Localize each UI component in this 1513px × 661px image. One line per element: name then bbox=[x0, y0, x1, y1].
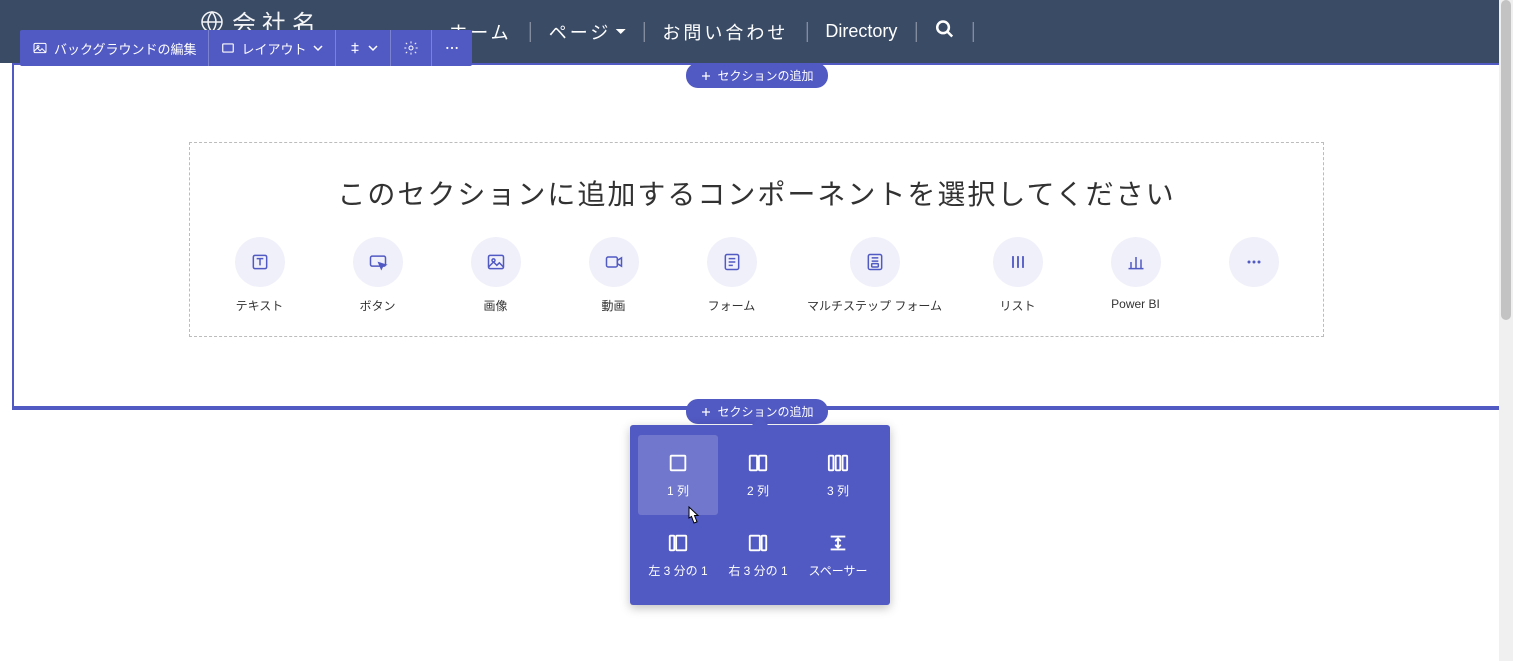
edit-background-button[interactable]: バックグラウンドの編集 bbox=[20, 30, 209, 66]
chevron-down-icon bbox=[368, 43, 378, 53]
component-form-label: フォーム bbox=[708, 297, 756, 314]
col3-icon bbox=[827, 452, 849, 474]
multistep-form-icon bbox=[865, 252, 885, 272]
chevron-down-icon bbox=[313, 43, 323, 53]
layout-icon bbox=[221, 41, 235, 55]
col1-icon bbox=[667, 452, 689, 474]
component-video-label: 動画 bbox=[601, 297, 625, 314]
main-nav: ホーム ページ お問い合わせ Directory bbox=[431, 19, 973, 45]
plus-icon bbox=[699, 70, 711, 82]
nav-pages-label: ページ bbox=[549, 19, 612, 45]
layout-left-third[interactable]: 左 3 分の 1 bbox=[638, 515, 718, 595]
right-third-icon bbox=[747, 532, 769, 554]
layout-right-third[interactable]: 右 3 分の 1 bbox=[718, 515, 798, 595]
alignment-dropdown[interactable] bbox=[336, 30, 391, 66]
add-section-label: セクションの追加 bbox=[717, 67, 813, 84]
settings-button[interactable] bbox=[391, 30, 432, 66]
col2-icon bbox=[747, 452, 769, 474]
image-icon bbox=[32, 40, 48, 56]
layout-popup: 1 列 2 列 3 列 左 3 分の 1 右 3 分の 1 スペーサー bbox=[630, 425, 890, 605]
layout-left-third-label: 左 3 分の 1 bbox=[648, 562, 707, 579]
layout-label: レイアウト bbox=[241, 39, 306, 58]
layout-2col[interactable]: 2 列 bbox=[718, 435, 798, 515]
video-icon bbox=[604, 252, 624, 272]
plus-icon bbox=[699, 406, 711, 418]
gear-icon bbox=[403, 40, 419, 56]
chart-icon bbox=[1126, 252, 1146, 272]
cursor-icon bbox=[368, 252, 388, 272]
layout-1col[interactable]: 1 列 bbox=[638, 435, 718, 515]
list-icon bbox=[1008, 252, 1028, 272]
component-powerbi-label: Power BI bbox=[1111, 297, 1160, 311]
component-multistep-form[interactable]: マルチステップ フォーム bbox=[815, 237, 935, 314]
nav-contact[interactable]: お問い合わせ bbox=[644, 19, 806, 45]
alignment-icon bbox=[348, 41, 362, 55]
component-powerbi[interactable]: Power BI bbox=[1101, 237, 1171, 314]
form-icon bbox=[722, 252, 742, 272]
component-video[interactable]: 動画 bbox=[579, 237, 649, 314]
nav-separator bbox=[972, 22, 973, 42]
layout-spacer[interactable]: スペーサー bbox=[798, 515, 878, 595]
component-button-label: ボタン bbox=[359, 297, 395, 314]
caret-down-icon bbox=[615, 27, 625, 37]
layout-spacer-label: スペーサー bbox=[809, 562, 868, 579]
more-button[interactable] bbox=[432, 30, 472, 66]
layout-2col-label: 2 列 bbox=[747, 482, 769, 499]
layout-1col-label: 1 列 bbox=[667, 482, 689, 499]
component-text[interactable]: テキスト bbox=[225, 237, 295, 314]
component-image-label: 画像 bbox=[483, 297, 507, 314]
add-section-top[interactable]: セクションの追加 bbox=[685, 63, 827, 88]
component-list-label: リスト bbox=[999, 297, 1035, 314]
scrollbar-thumb[interactable] bbox=[1501, 0, 1511, 320]
more-icon bbox=[1244, 252, 1264, 272]
component-more[interactable] bbox=[1219, 237, 1289, 314]
layout-3col[interactable]: 3 列 bbox=[798, 435, 878, 515]
component-image[interactable]: 画像 bbox=[461, 237, 531, 314]
component-list[interactable]: リスト bbox=[983, 237, 1053, 314]
header-bar: 会社名 ホーム ページ お問い合わせ Directory バックグラウンドの編集… bbox=[0, 0, 1513, 63]
nav-directory[interactable]: Directory bbox=[807, 21, 915, 42]
section-edit-toolbar: バックグラウンドの編集 レイアウト bbox=[20, 30, 472, 66]
layout-right-third-label: 右 3 分の 1 bbox=[728, 562, 787, 579]
edit-background-label: バックグラウンドの編集 bbox=[54, 39, 196, 58]
component-multistep-label: マルチステップ フォーム bbox=[807, 297, 942, 314]
image-icon bbox=[486, 252, 506, 272]
component-button[interactable]: ボタン bbox=[343, 237, 413, 314]
component-row: テキスト ボタン 画像 動画 フォーム マルチステップ フォーム bbox=[225, 237, 1289, 314]
search-icon bbox=[934, 19, 954, 39]
section-canvas[interactable]: このセクションに追加するコンポーネントを選択してください テキスト ボタン 画像… bbox=[12, 63, 1501, 408]
component-form[interactable]: フォーム bbox=[697, 237, 767, 314]
spacer-icon bbox=[827, 532, 849, 554]
search-button[interactable] bbox=[916, 19, 972, 44]
layout-3col-label: 3 列 bbox=[827, 482, 849, 499]
component-text-label: テキスト bbox=[236, 297, 284, 314]
vertical-scrollbar[interactable] bbox=[1499, 0, 1513, 661]
nav-pages[interactable]: ページ bbox=[531, 19, 644, 45]
picker-title: このセクションに追加するコンポーネントを選択してください bbox=[337, 173, 1175, 213]
component-picker: このセクションに追加するコンポーネントを選択してください テキスト ボタン 画像… bbox=[189, 142, 1324, 337]
layout-dropdown[interactable]: レイアウト bbox=[209, 30, 335, 66]
more-icon bbox=[444, 40, 460, 56]
text-icon bbox=[250, 252, 270, 272]
left-third-icon bbox=[667, 532, 689, 554]
